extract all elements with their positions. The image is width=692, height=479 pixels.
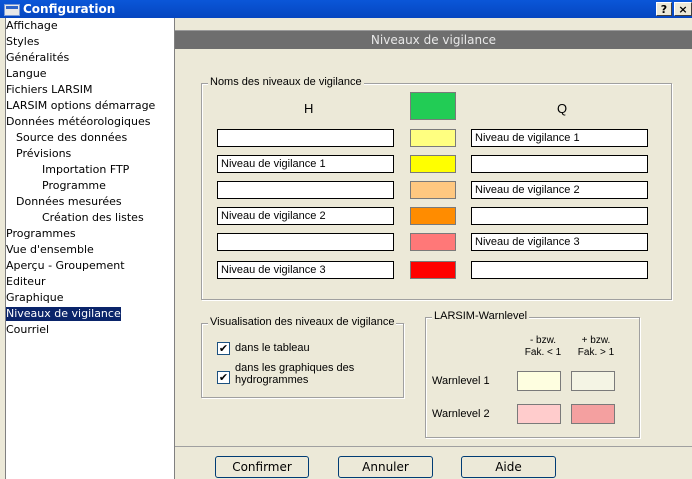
- app-icon: [4, 4, 20, 16]
- level-color-swatch[interactable]: [410, 181, 456, 199]
- close-button[interactable]: ×: [674, 2, 692, 16]
- warnlevel-color-swatch[interactable]: [517, 371, 561, 391]
- level-color-swatch[interactable]: [410, 155, 456, 173]
- sidebar-item[interactable]: Source des données: [16, 131, 127, 145]
- q-name-field[interactable]: [471, 261, 648, 279]
- q-name-field[interactable]: [471, 155, 648, 173]
- footer-divider: [175, 446, 692, 447]
- sidebar-item[interactable]: Prévisions: [16, 147, 71, 161]
- sidebar-item[interactable]: Courriel: [6, 323, 49, 337]
- h-name-field[interactable]: Niveau de vigilance 2: [217, 207, 394, 225]
- settings-tree[interactable]: Affichage Styles Généralités Langue Fichiers…: [5, 18, 175, 479]
- q-name-field[interactable]: [471, 207, 648, 225]
- col1-header-2: Fak. < 1: [524, 347, 562, 358]
- names-group-legend: Noms des niveaux de vigilance: [208, 76, 364, 88]
- q-name-field[interactable]: Niveau de vigilance 1: [471, 129, 648, 147]
- table-checkbox[interactable]: ✔: [217, 342, 230, 355]
- warnlevel-label: Warnlevel 1: [432, 375, 490, 387]
- sidebar-item[interactable]: Styles: [6, 35, 39, 49]
- sidebar-item[interactable]: Création des listes: [42, 211, 144, 225]
- help-dialog-button[interactable]: Aide: [461, 456, 556, 478]
- h-column-header: H: [304, 101, 314, 116]
- warnlevel-color-swatch[interactable]: [517, 404, 561, 424]
- h-name-field[interactable]: [217, 233, 394, 251]
- graph-checkbox-label-1: dans les graphiques des: [235, 362, 355, 374]
- sidebar-item[interactable]: Programme: [42, 179, 106, 193]
- col2-header-2: Fak. > 1: [577, 347, 615, 358]
- confirm-button[interactable]: Confirmer: [215, 456, 309, 478]
- q-column-header: Q: [557, 101, 568, 116]
- q-name-field[interactable]: Niveau de vigilance 3: [471, 233, 648, 251]
- graph-checkbox[interactable]: ✔: [217, 371, 230, 384]
- larsim-legend: LARSIM-Warnlevel: [432, 310, 530, 322]
- col2-header-1: + bzw.: [581, 335, 611, 346]
- sidebar-item[interactable]: Programmes: [6, 227, 76, 241]
- sidebar-item[interactable]: Graphique: [6, 291, 64, 305]
- warnlevel-label: Warnlevel 2: [432, 408, 490, 420]
- title-bar: Configuration ? ×: [0, 0, 692, 18]
- h-name-field[interactable]: Niveau de vigilance 3: [217, 261, 394, 279]
- cancel-button[interactable]: Annuler: [338, 456, 433, 478]
- header-color-swatch[interactable]: [410, 92, 456, 120]
- sidebar-item[interactable]: Données mesurées: [16, 195, 122, 209]
- table-checkbox-label: dans le tableau: [235, 342, 310, 354]
- visualisation-legend: Visualisation des niveaux de vigilance: [208, 316, 397, 328]
- sidebar-item[interactable]: Langue: [6, 67, 47, 81]
- names-group: Noms des niveaux de vigilance H Q Niveau…: [201, 76, 672, 300]
- h-name-field[interactable]: Niveau de vigilance 1: [217, 155, 394, 173]
- level-color-swatch[interactable]: [410, 129, 456, 147]
- settings-panel: Niveaux de vigilance Noms des niveaux de…: [175, 18, 692, 479]
- h-name-field[interactable]: [217, 129, 394, 147]
- sidebar-item[interactable]: Affichage: [6, 19, 58, 33]
- graph-checkbox-label-2: hydrogrammes: [235, 374, 309, 386]
- sidebar-item[interactable]: Aperçu - Groupement: [6, 259, 125, 273]
- larsim-group: LARSIM-Warnlevel - bzw. Fak. < 1 + bzw. …: [425, 310, 640, 438]
- sidebar-item[interactable]: Généralités: [6, 51, 69, 65]
- visualisation-group: Visualisation des niveaux de vigilance ✔…: [201, 316, 404, 398]
- level-color-swatch[interactable]: [410, 207, 456, 225]
- warnlevel-color-swatch[interactable]: [571, 404, 615, 424]
- col1-header-1: - bzw.: [529, 335, 557, 346]
- sidebar-item[interactable]: Niveaux de vigilance: [6, 307, 121, 321]
- help-button[interactable]: ?: [656, 2, 672, 16]
- panel-title: Niveaux de vigilance: [175, 30, 692, 49]
- sidebar-item[interactable]: Fichiers LARSIM: [6, 83, 92, 97]
- window-title: Configuration: [23, 2, 116, 16]
- sidebar-item[interactable]: Données météorologiques: [6, 115, 151, 129]
- h-name-field[interactable]: [217, 181, 394, 199]
- level-color-swatch[interactable]: [410, 233, 456, 251]
- sidebar-item[interactable]: LARSIM options démarrage: [6, 99, 155, 113]
- sidebar-item[interactable]: Importation FTP: [42, 163, 129, 177]
- q-name-field[interactable]: Niveau de vigilance 2: [471, 181, 648, 199]
- sidebar-item[interactable]: Editeur: [6, 275, 46, 289]
- level-color-swatch[interactable]: [410, 261, 456, 279]
- sidebar-item[interactable]: Vue d'ensemble: [6, 243, 94, 257]
- warnlevel-color-swatch[interactable]: [571, 371, 615, 391]
